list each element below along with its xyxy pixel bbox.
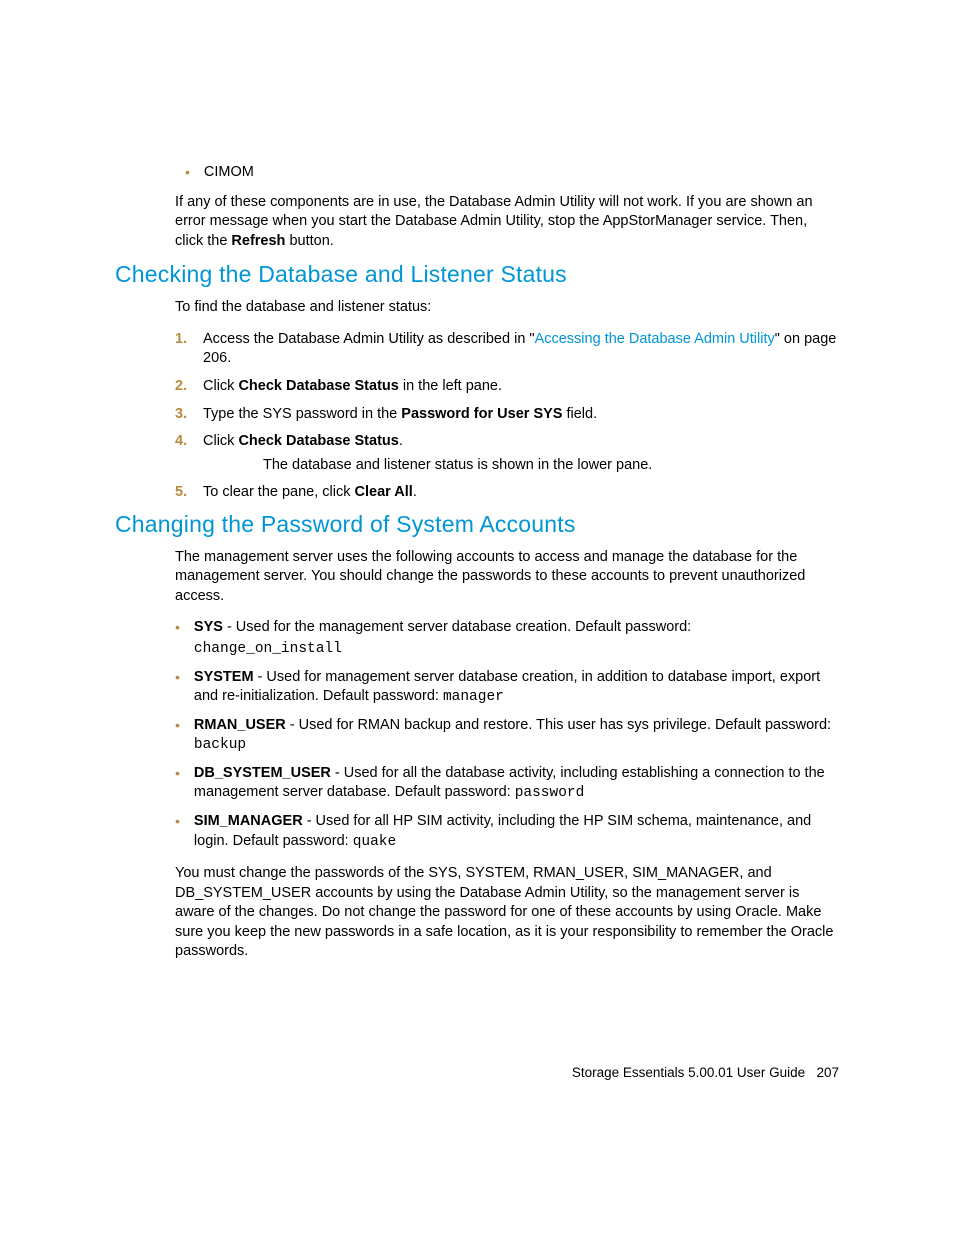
- bullet-icon: •: [175, 668, 180, 687]
- list-item: • RMAN_USER - Used for RMAN backup and r…: [175, 716, 839, 756]
- item-body: SIM_MANAGER - Used for all HP SIM activi…: [194, 812, 839, 852]
- section2-lead: The management server uses the following…: [175, 548, 839, 607]
- section-heading-changing-password: Changing the Password of System Accounts: [115, 511, 839, 538]
- text: button.: [285, 233, 333, 249]
- step-body: To clear the pane, click Clear All.: [203, 483, 417, 503]
- item-body: DB_SYSTEM_USER - Used for all the databa…: [194, 764, 839, 804]
- text: in the left pane.: [399, 378, 502, 394]
- bullet-icon: •: [185, 163, 190, 182]
- default-password: manager: [443, 689, 504, 705]
- section-heading-checking-status: Checking the Database and Listener Statu…: [115, 261, 839, 288]
- step-number: 5.: [175, 483, 197, 503]
- default-password: change_on_install: [194, 640, 839, 660]
- step-body: Click Check Database Status.: [203, 432, 403, 452]
- section2-trailing: You must change the passwords of the SYS…: [175, 864, 839, 962]
- refresh-label: Refresh: [231, 233, 285, 249]
- list-item: • SYSTEM - Used for management server da…: [175, 668, 839, 708]
- footer-title: Storage Essentials 5.00.01 User Guide: [572, 1065, 805, 1080]
- step-body: Click Check Database Status in the left …: [203, 377, 502, 397]
- text: To clear the pane, click: [203, 484, 355, 500]
- intro-paragraph: If any of these components are in use, t…: [175, 193, 839, 252]
- intro-bullet-list: • CIMOM: [185, 163, 839, 183]
- ordered-steps: 1. Access the Database Admin Utility as …: [175, 330, 839, 503]
- text: Type the SYS password in the: [203, 406, 401, 422]
- step-3: 3. Type the SYS password in the Password…: [175, 405, 839, 425]
- step-4: 4. Click Check Database Status.: [175, 432, 839, 452]
- default-password: quake: [353, 834, 397, 850]
- account-name: RMAN_USER: [194, 717, 286, 733]
- step-4-sub: The database and listener status is show…: [263, 456, 839, 476]
- text: Access the Database Admin Utility as des…: [203, 331, 535, 347]
- text: .: [399, 433, 403, 449]
- bullet-icon: •: [175, 764, 180, 783]
- step-number: 4.: [175, 432, 197, 452]
- default-password: backup: [194, 737, 246, 753]
- page-number: 207: [816, 1065, 839, 1080]
- text: Click: [203, 433, 238, 449]
- ui-label: Check Database Status: [238, 433, 398, 449]
- step-1: 1. Access the Database Admin Utility as …: [175, 330, 839, 369]
- ui-label: Password for User SYS: [401, 406, 562, 422]
- account-name: SIM_MANAGER: [194, 813, 303, 829]
- item-body: RMAN_USER - Used for RMAN backup and res…: [194, 716, 839, 756]
- ui-label: Clear All: [355, 484, 413, 500]
- text: - Used for management server database cr…: [194, 669, 820, 705]
- account-name: SYSTEM: [194, 669, 254, 685]
- account-name: SYS: [194, 619, 223, 635]
- step-5: 5. To clear the pane, click Clear All.: [175, 483, 839, 503]
- accounts-list: • SYS - Used for the management server d…: [175, 618, 839, 852]
- item-body: SYSTEM - Used for management server data…: [194, 668, 839, 708]
- text: - Used for the management server databas…: [223, 619, 691, 635]
- list-item: • SYS - Used for the management server d…: [175, 618, 839, 659]
- step-number: 3.: [175, 405, 197, 425]
- bullet-text: CIMOM: [204, 163, 254, 183]
- step-body: Type the SYS password in the Password fo…: [203, 405, 597, 425]
- bullet-icon: •: [175, 716, 180, 735]
- section1-lead: To find the database and listener status…: [175, 298, 839, 318]
- page-footer: Storage Essentials 5.00.01 User Guide 20…: [572, 1065, 839, 1080]
- bullet-icon: •: [175, 618, 180, 637]
- bullet-icon: •: [175, 812, 180, 831]
- text: Click: [203, 378, 238, 394]
- account-name: DB_SYSTEM_USER: [194, 765, 331, 781]
- default-password: password: [515, 785, 585, 801]
- step-2: 2. Click Check Database Status in the le…: [175, 377, 839, 397]
- list-item: • DB_SYSTEM_USER - Used for all the data…: [175, 764, 839, 804]
- list-item: • SIM_MANAGER - Used for all HP SIM acti…: [175, 812, 839, 852]
- item-body: SYS - Used for the management server dat…: [194, 618, 839, 659]
- text: - Used for RMAN backup and restore. This…: [286, 717, 831, 733]
- step-number: 1.: [175, 330, 197, 350]
- ui-label: Check Database Status: [238, 378, 398, 394]
- link-accessing-db-admin[interactable]: Accessing the Database Admin Utility: [535, 331, 775, 347]
- document-page: • CIMOM If any of these components are i…: [0, 0, 954, 1054]
- list-item: • CIMOM: [185, 163, 839, 183]
- step-body: Access the Database Admin Utility as des…: [203, 330, 839, 369]
- text: .: [413, 484, 417, 500]
- text: field.: [562, 406, 597, 422]
- step-number: 2.: [175, 377, 197, 397]
